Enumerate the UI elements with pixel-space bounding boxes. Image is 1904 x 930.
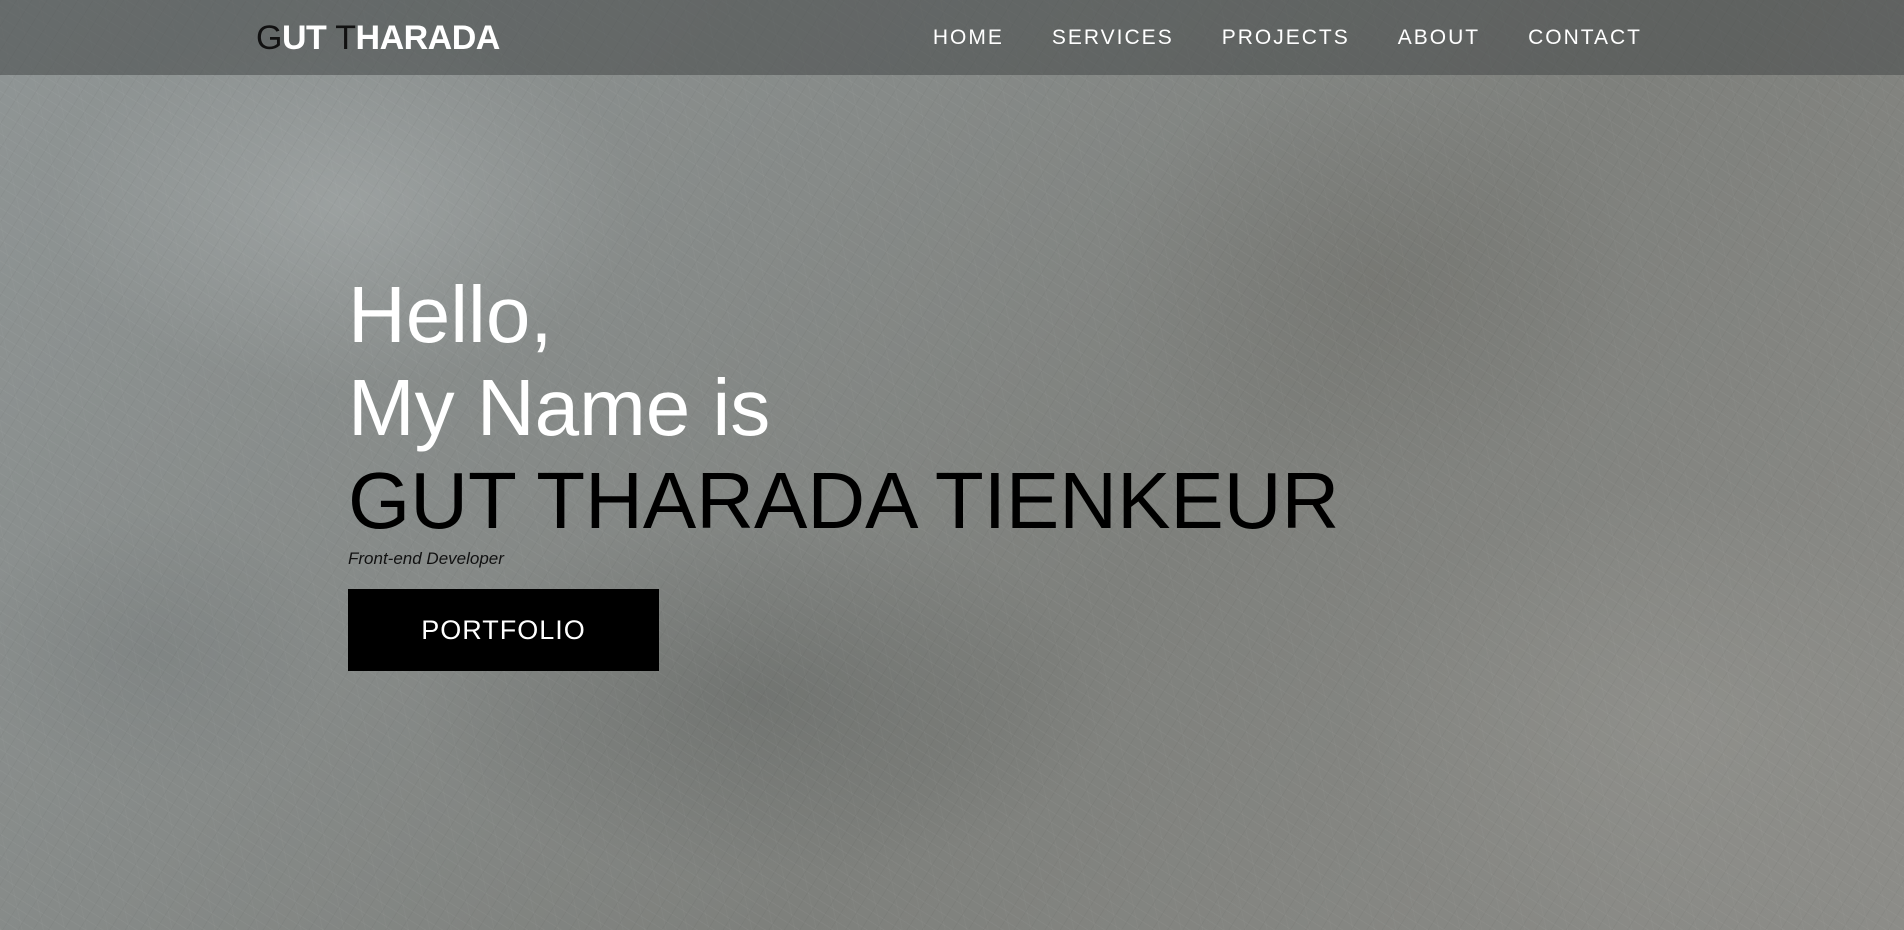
main-nav: HOME SERVICES PROJECTS ABOUT CONTACT bbox=[885, 22, 1642, 54]
hero-role: Front-end Developer bbox=[348, 549, 504, 568]
hero-greeting: Hello, bbox=[348, 270, 553, 359]
nav-item-contact[interactable]: CONTACT bbox=[1528, 22, 1642, 54]
brand-initial-g: G bbox=[256, 19, 282, 57]
nav-item-services[interactable]: SERVICES bbox=[1052, 22, 1174, 54]
hero-name: GUT THARADA TIENKEUR bbox=[348, 456, 1340, 545]
brand-initial-t: T bbox=[335, 19, 356, 57]
page: GUT THARADA HOME SERVICES PROJECTS ABOUT… bbox=[0, 0, 1904, 930]
nav-item-about[interactable]: ABOUT bbox=[1398, 22, 1480, 54]
hero-section: Hello, My Name is GUT THARADA TIENKEUR F… bbox=[348, 268, 1339, 671]
navbar: GUT THARADA HOME SERVICES PROJECTS ABOUT… bbox=[0, 0, 1904, 75]
hero-intro: My Name is bbox=[348, 363, 771, 452]
nav-item-home[interactable]: HOME bbox=[933, 22, 1004, 54]
brand-text-harada: HARADA bbox=[355, 19, 501, 57]
nav-item-projects[interactable]: PROJECTS bbox=[1222, 22, 1350, 54]
brand-text-ut: UT bbox=[281, 19, 336, 57]
portfolio-button[interactable]: PORTFOLIO bbox=[348, 589, 659, 671]
brand-logo[interactable]: GUT THARADA bbox=[256, 18, 500, 58]
